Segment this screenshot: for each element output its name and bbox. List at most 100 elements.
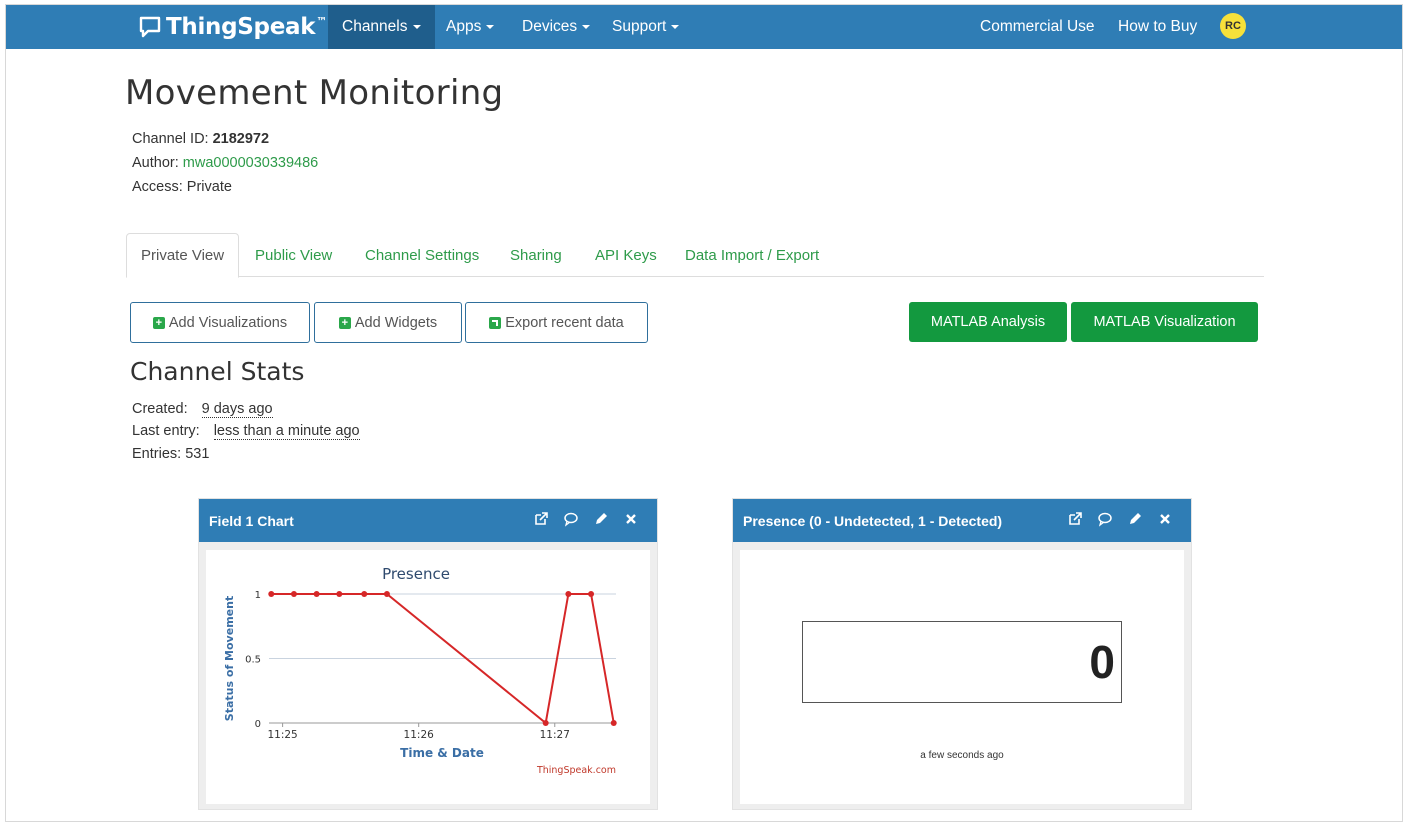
status-timestamp: a few seconds ago <box>920 750 1004 761</box>
nav-support-label: Support <box>612 18 667 35</box>
add-widgets-label: Add Widgets <box>354 314 438 331</box>
stat-created: Created: 9 days ago <box>132 401 273 418</box>
nav-devices[interactable]: Devices <box>508 5 604 49</box>
chart-credit: ThingSpeak.com <box>536 765 616 776</box>
data-point <box>610 720 617 726</box>
widget-tools <box>1067 511 1173 527</box>
tab-channel-settings[interactable]: Channel Settings <box>351 233 493 277</box>
top-navbar: ThingSpeak ™ Channels Apps Devices Suppor… <box>6 5 1402 49</box>
caret-down-icon <box>486 25 495 29</box>
x-tick-label: 11:26 <box>404 729 435 741</box>
nav-how-to-buy-label: How to Buy <box>1118 18 1198 35</box>
matlab-analysis-button[interactable]: MATLAB Analysis <box>909 302 1067 342</box>
caret-down-icon <box>671 25 680 29</box>
nav-channels[interactable]: Channels <box>328 5 435 49</box>
caret-down-icon <box>582 25 591 29</box>
tab-private-view[interactable]: Private View <box>126 233 240 278</box>
stat-entries-label: Entries: <box>132 446 182 462</box>
channel-id-label: Channel ID: <box>132 131 209 147</box>
author-link[interactable]: mwa0000030339486 <box>183 155 318 171</box>
y-tick-label: 1 <box>255 590 261 601</box>
stat-last-entry: Last entry: less than a minute ago <box>132 423 360 440</box>
plus-icon: + <box>338 316 351 329</box>
export-recent-data-label: Export recent data <box>505 314 624 331</box>
caret-down-icon <box>412 25 421 29</box>
user-avatar[interactable]: RC <box>1220 13 1246 39</box>
tab-api-keys[interactable]: API Keys <box>581 233 671 277</box>
stat-created-value: 9 days ago <box>201 401 273 418</box>
stat-created-label: Created: <box>132 401 188 417</box>
channel-tabs: Private View Public View Channel Setting… <box>126 233 1264 278</box>
channel-id-value: 2182972 <box>212 131 270 147</box>
y-tick-label: 0.5 <box>245 655 261 666</box>
tab-sharing[interactable]: Sharing <box>496 233 576 277</box>
stat-last-entry-label: Last entry: <box>132 423 200 439</box>
matlab-visualization-button[interactable]: MATLAB Visualization <box>1071 302 1258 342</box>
external-link-icon[interactable] <box>533 511 549 527</box>
nav-commercial-use[interactable]: Commercial Use <box>966 5 1109 49</box>
data-point <box>361 591 368 597</box>
comment-icon[interactable] <box>563 511 579 527</box>
stat-entries-value: 531 <box>185 446 210 462</box>
nav-apps[interactable]: Apps <box>432 5 508 49</box>
thingspeak-logo[interactable]: ThingSpeak ™ <box>138 11 327 43</box>
widget-header: Field 1 Chart <box>199 499 657 542</box>
field-1-chart-widget: Field 1 Chart Presence 0 0.5 1 11:25 11:26 11:… <box>198 498 658 810</box>
stat-entries: Entries: 531 <box>132 446 209 462</box>
nav-commercial-use-label: Commercial Use <box>980 18 1095 35</box>
external-link-icon[interactable] <box>1067 511 1083 527</box>
plus-icon: + <box>152 316 165 329</box>
access-row: Access: Private <box>132 179 232 195</box>
close-icon[interactable] <box>1157 511 1173 527</box>
tab-public-view[interactable]: Public View <box>241 233 346 277</box>
data-point <box>313 591 320 597</box>
add-visualizations-label: Add Visualizations <box>168 314 288 331</box>
browser-frame: ThingSpeak ™ Channels Apps Devices Suppor… <box>5 4 1403 822</box>
widget-header: Presence (0 - Undetected, 1 - Detected) <box>733 499 1191 542</box>
x-axis-label: Time & Date <box>400 746 484 760</box>
y-tick-label: 0 <box>255 719 261 730</box>
y-axis-label: Status of Movement <box>223 596 236 721</box>
add-visualizations-button[interactable]: + Add Visualizations <box>130 302 310 343</box>
presence-line-chart: Presence 0 0.5 1 11:25 11:26 11:27 Time & Date S… <box>223 565 617 776</box>
data-point <box>542 720 549 726</box>
data-point <box>565 591 572 597</box>
widget-title: Field 1 Chart <box>209 512 294 529</box>
channel-stats-title: Channel Stats <box>130 357 305 386</box>
close-icon[interactable] <box>623 511 639 527</box>
x-tick-label: 11:25 <box>267 729 297 741</box>
access-value: Private <box>186 179 232 195</box>
x-tick-label: 11:27 <box>540 729 570 741</box>
data-point <box>268 591 275 597</box>
channel-id-row: Channel ID: 2182972 <box>132 131 269 147</box>
author-label: Author: <box>132 155 179 171</box>
status-value: 0 <box>802 621 1122 703</box>
stat-last-entry-value: less than a minute ago <box>213 423 360 440</box>
brand-name: ThingSpeak <box>166 14 316 40</box>
widget-title: Presence (0 - Undetected, 1 - Detected) <box>743 512 1003 529</box>
nav-apps-label: Apps <box>446 18 482 35</box>
author-row: Author: mwa0000030339486 <box>132 155 318 171</box>
pencil-icon[interactable] <box>1127 511 1143 527</box>
trademark: ™ <box>316 14 327 28</box>
presence-status-widget: Presence (0 - Undetected, 1 - Detected) … <box>732 498 1192 810</box>
nav-channels-label: Channels <box>342 18 408 35</box>
data-point <box>336 591 343 597</box>
tab-data-import-export[interactable]: Data Import / Export <box>671 233 833 277</box>
nav-support[interactable]: Support <box>598 5 693 49</box>
comment-icon[interactable] <box>1097 511 1113 527</box>
nav-how-to-buy[interactable]: How to Buy <box>1104 5 1211 49</box>
speech-bubble-icon <box>139 16 161 38</box>
data-point <box>383 591 390 597</box>
status-area: 0 a few seconds ago <box>740 550 1184 804</box>
data-point <box>290 591 297 597</box>
export-icon <box>489 316 502 329</box>
add-widgets-button[interactable]: + Add Widgets <box>314 302 462 343</box>
access-label: Access: <box>132 179 183 195</box>
page-title: Movement Monitoring <box>125 73 504 113</box>
chart-area: Presence 0 0.5 1 11:25 11:26 11:27 Time & Date S… <box>206 550 650 804</box>
widget-tools <box>533 511 639 527</box>
chart-title: Presence <box>382 565 450 583</box>
pencil-icon[interactable] <box>593 511 609 527</box>
export-recent-data-button[interactable]: Export recent data <box>465 302 648 343</box>
